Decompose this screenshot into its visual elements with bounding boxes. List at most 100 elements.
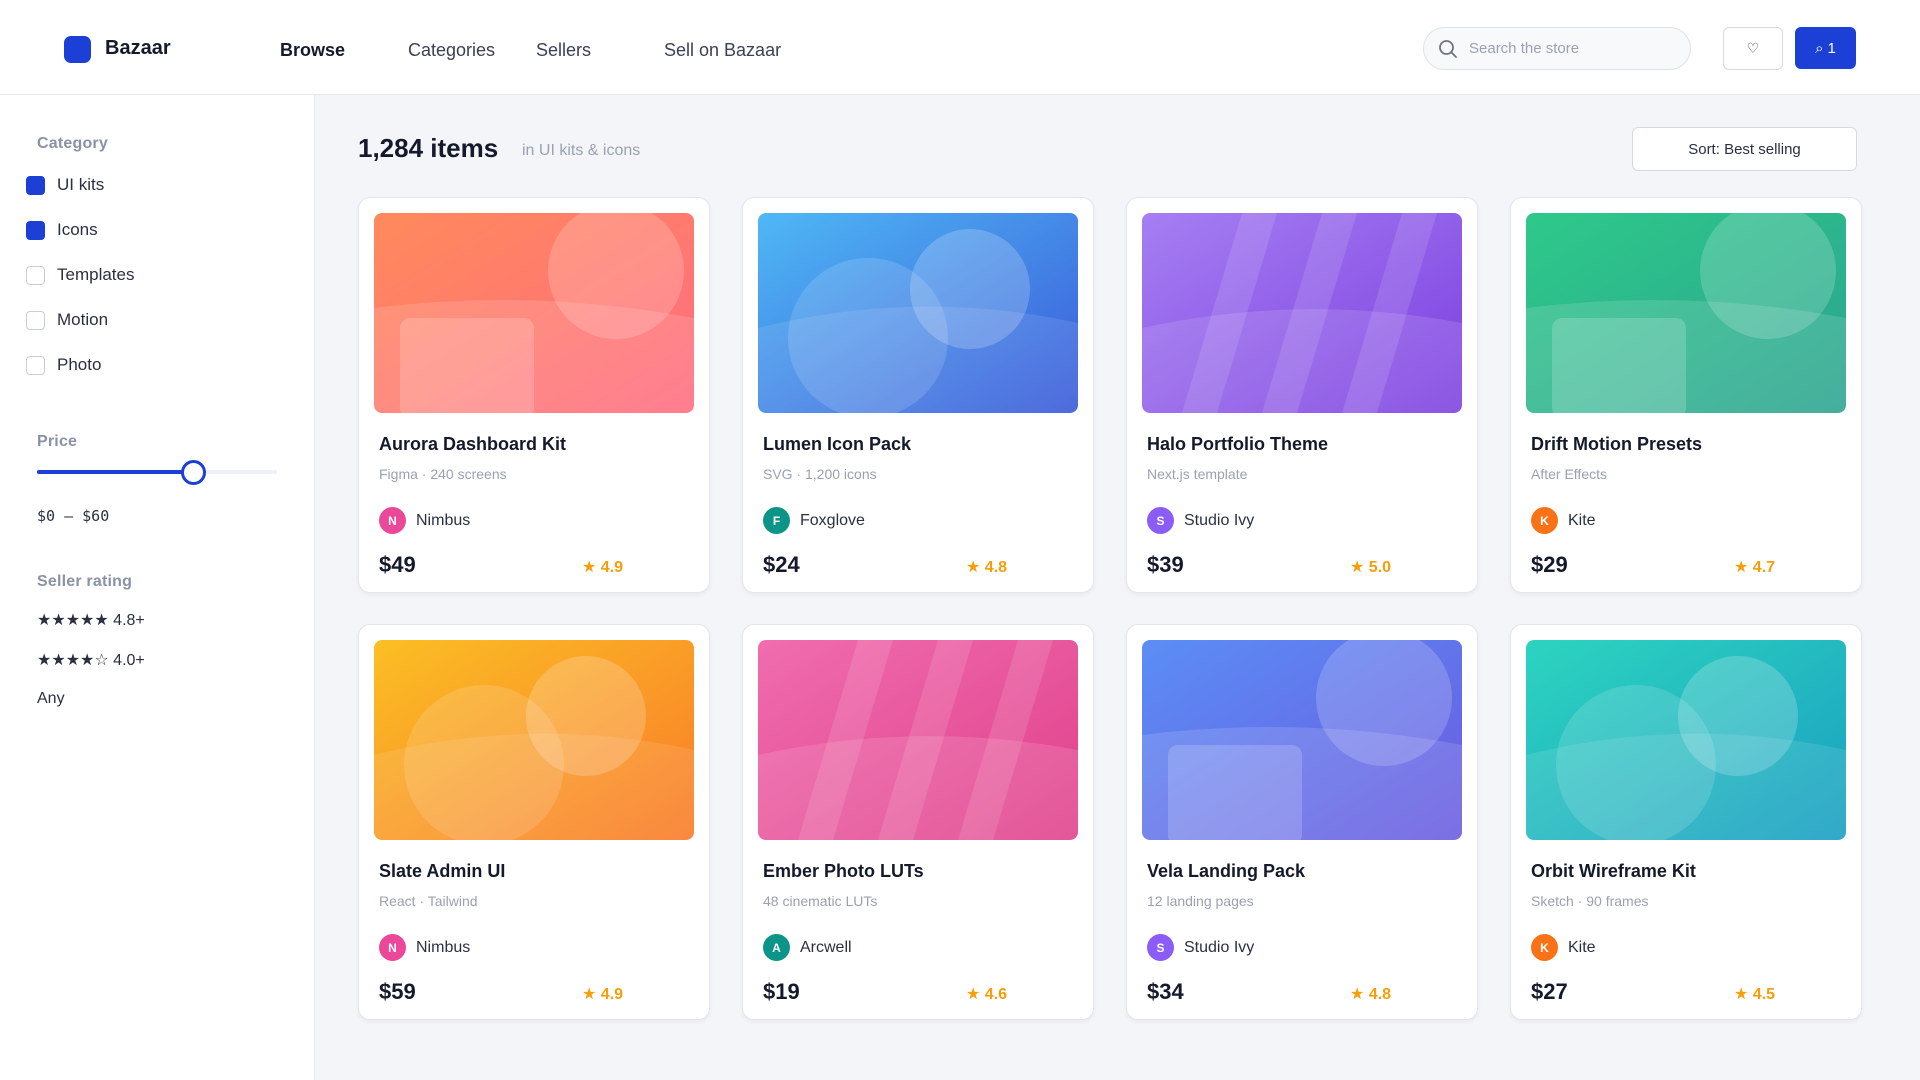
price-range-value: $0 – $60 (37, 507, 110, 525)
seller-avatar: K (1531, 934, 1558, 961)
product-thumbnail[interactable] (1142, 640, 1462, 840)
product-thumbnail[interactable] (1526, 213, 1846, 413)
checkbox[interactable] (26, 265, 45, 285)
product-thumbnail-art (1526, 640, 1846, 840)
search-input[interactable]: Search the store (1423, 27, 1691, 70)
nav-browse[interactable]: Browse (280, 40, 345, 61)
category-filter-icons[interactable]: Icons (26, 218, 98, 242)
product-thumbnail[interactable] (758, 213, 1078, 413)
seller-link[interactable]: N Nimbus (379, 934, 470, 961)
product-rating: ★ 5.0 (1350, 559, 1392, 576)
product-subtitle: Sketch · 90 frames (1531, 893, 1649, 909)
product-card[interactable]: Halo Portfolio Theme Next.js template S Stu… (1126, 197, 1478, 593)
seller-link[interactable]: F Foxglove (763, 507, 865, 534)
price-heading: Price (37, 433, 78, 450)
heart-icon: ♡ (1746, 40, 1760, 56)
product-card[interactable]: Ember Photo LUTs 48 cinematic LUTs A Arcwel… (742, 624, 1094, 1020)
rating-option-4-8[interactable]: ★★★★★ 4.8+ (37, 610, 145, 630)
category-label: Templates (57, 265, 135, 284)
product-title[interactable]: Drift Motion Presets (1531, 434, 1702, 455)
product-rating: ★ 4.8 (1350, 986, 1392, 1003)
product-subtitle: Figma · 240 screens (379, 466, 507, 482)
category-label: Photo (57, 355, 102, 374)
rating-option-any[interactable]: Any (37, 690, 65, 708)
wishlist-button[interactable]: ♡ (1723, 27, 1783, 70)
seller-avatar: A (763, 934, 790, 961)
nav-categories[interactable]: Categories (408, 40, 495, 61)
product-card[interactable]: Aurora Dashboard Kit Figma · 240 screens N… (358, 197, 710, 593)
checkbox[interactable] (26, 220, 45, 240)
brand-logo-icon[interactable] (64, 36, 91, 63)
product-thumbnail[interactable] (758, 640, 1078, 840)
seller-rating-heading: Seller rating (37, 573, 133, 590)
seller-avatar: F (763, 507, 790, 534)
seller-name: Kite (1568, 511, 1596, 529)
product-title[interactable]: Vela Landing Pack (1147, 861, 1305, 882)
product-card[interactable]: Lumen Icon Pack SVG · 1,200 icons F Foxglov… (742, 197, 1094, 593)
nav-sell-on-bazaar[interactable]: Sell on Bazaar (664, 40, 781, 61)
product-price: $24 (763, 552, 800, 577)
product-price: $29 (1531, 552, 1568, 577)
filter-sidebar: Category UI kits Icons Templates Motion Phot… (0, 95, 315, 1080)
seller-name: Arcwell (800, 938, 852, 956)
search-icon (1439, 40, 1457, 58)
seller-link[interactable]: K Kite (1531, 934, 1596, 961)
slider-handle[interactable] (181, 460, 206, 485)
product-subtitle: 48 cinematic LUTs (763, 893, 878, 909)
seller-link[interactable]: N Nimbus (379, 507, 470, 534)
product-thumbnail-art (374, 213, 694, 413)
category-filter-photo[interactable]: Photo (26, 353, 101, 377)
product-thumbnail-art (758, 213, 1078, 413)
product-thumbnail[interactable] (374, 640, 694, 840)
price-slider[interactable] (37, 460, 277, 485)
brand-name[interactable]: Bazaar (105, 37, 171, 60)
product-thumbnail[interactable] (1526, 640, 1846, 840)
product-thumbnail[interactable] (374, 213, 694, 413)
seller-name: Kite (1568, 938, 1596, 956)
product-rating: ★ 4.9 (582, 986, 624, 1003)
sort-dropdown[interactable]: Sort: Best selling (1632, 127, 1857, 171)
product-thumbnail-art (374, 640, 694, 840)
seller-name: Nimbus (416, 938, 471, 956)
product-title[interactable]: Aurora Dashboard Kit (379, 434, 566, 455)
product-title[interactable]: Slate Admin UI (379, 861, 505, 882)
seller-name: Foxglove (800, 511, 865, 529)
product-title[interactable]: Ember Photo LUTs (763, 861, 924, 882)
product-title[interactable]: Lumen Icon Pack (763, 434, 911, 455)
seller-avatar: S (1147, 934, 1174, 961)
top-header: Bazaar Browse Categories Sellers Sell on… (0, 0, 1920, 95)
product-card[interactable]: Vela Landing Pack 12 landing pages S Studio… (1126, 624, 1478, 1020)
product-thumbnail-art (1142, 213, 1462, 413)
product-title[interactable]: Orbit Wireframe Kit (1531, 861, 1696, 882)
seller-avatar: N (379, 507, 406, 534)
product-subtitle: Next.js template (1147, 466, 1248, 482)
checkbox[interactable] (26, 175, 45, 195)
checkbox[interactable] (26, 310, 45, 330)
nav-sellers[interactable]: Sellers (536, 40, 591, 61)
bag-icon: ⌕ (1815, 39, 1824, 57)
product-price: $19 (763, 979, 800, 1004)
seller-link[interactable]: S Studio Ivy (1147, 507, 1254, 534)
product-subtitle: 12 landing pages (1147, 893, 1254, 909)
results-context: in UI kits & icons (522, 142, 641, 159)
product-thumbnail[interactable] (1142, 213, 1462, 413)
checkbox[interactable] (26, 355, 45, 375)
rating-option-4-0[interactable]: ★★★★☆ 4.0+ (37, 650, 145, 670)
seller-avatar: S (1147, 507, 1174, 534)
category-filter-ui-kits[interactable]: UI kits (26, 173, 104, 197)
product-card[interactable]: Slate Admin UI React · Tailwind N Nimbus $59… (358, 624, 710, 1020)
seller-name: Studio Ivy (1184, 511, 1255, 529)
seller-link[interactable]: A Arcwell (763, 934, 852, 961)
product-thumbnail-art (1526, 213, 1846, 413)
seller-link[interactable]: K Kite (1531, 507, 1596, 534)
category-filter-templates[interactable]: Templates (26, 263, 134, 287)
product-rating: ★ 4.7 (1734, 559, 1776, 576)
category-filter-motion[interactable]: Motion (26, 308, 108, 332)
product-card[interactable]: Drift Motion Presets After Effects K Kite $2… (1510, 197, 1862, 593)
product-title[interactable]: Halo Portfolio Theme (1147, 434, 1328, 455)
seller-link[interactable]: S Studio Ivy (1147, 934, 1254, 961)
product-rating: ★ 4.5 (1734, 986, 1776, 1003)
cart-button[interactable]: ⌕ 1 (1795, 27, 1856, 69)
product-price: $34 (1147, 979, 1184, 1004)
product-card[interactable]: Orbit Wireframe Kit Sketch · 90 frames K Ki… (1510, 624, 1862, 1020)
